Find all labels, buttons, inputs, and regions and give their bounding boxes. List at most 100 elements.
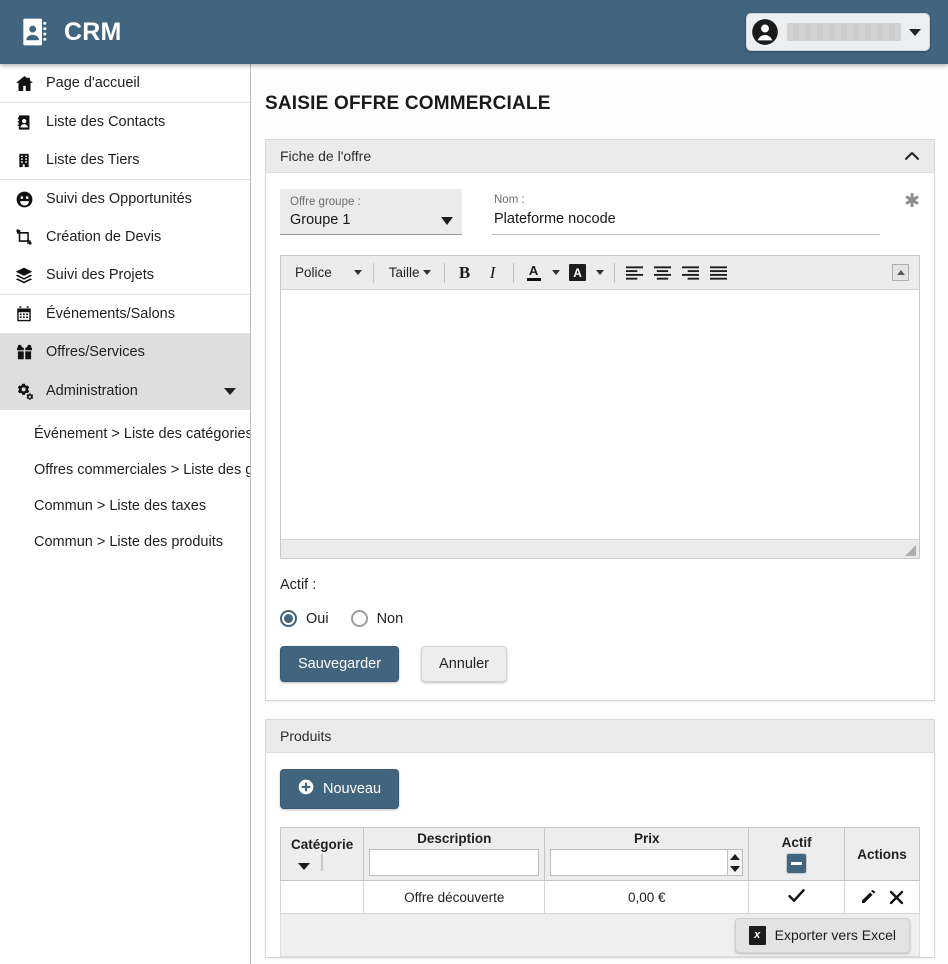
export-bar: x Exporter vers Excel — [280, 914, 920, 958]
cell-actif — [748, 880, 846, 915]
products-card-title: Produits — [280, 728, 332, 745]
nav-group-contacts: Liste des Contacts Liste des Tiers — [0, 103, 250, 180]
chevron-down-icon[interactable] — [441, 217, 453, 226]
row-action-icons — [853, 889, 911, 905]
toolbar-collapse-button[interactable] — [892, 264, 909, 282]
radio-oui-input[interactable] — [280, 610, 297, 628]
address-book-icon — [14, 112, 34, 132]
check-icon — [788, 889, 805, 906]
sidebar-item-administration[interactable]: Administration — [0, 372, 250, 410]
required-marker: ✱ — [904, 191, 920, 213]
offre-groupe-select[interactable]: Offre groupe : Groupe 1 — [280, 189, 462, 236]
text-color-dropdown[interactable] — [549, 260, 563, 286]
cancel-button[interactable]: Annuler — [421, 646, 508, 683]
actif-filter-checkbox[interactable] — [787, 853, 807, 873]
nom-input[interactable] — [494, 208, 878, 231]
nom-field-wrapper: Nom : — [492, 191, 880, 236]
offre-groupe-value: Groupe 1 — [290, 212, 351, 229]
page-title: SAISIE OFFRE COMMERCIALE — [265, 92, 551, 114]
highlight-color-button[interactable]: A — [565, 260, 591, 286]
offer-action-buttons: Sauvegarder Annuler — [280, 646, 920, 683]
sidebar-item-page-accueil[interactable]: Page d'accueil — [0, 64, 250, 102]
align-left-button[interactable] — [622, 260, 648, 286]
save-button[interactable]: Sauvegarder — [280, 646, 400, 683]
sidebar-item-offres-services[interactable]: Offres/Services — [0, 333, 250, 371]
radio-option-oui[interactable]: Oui — [280, 610, 329, 628]
sidebar-subitem-commun-taxes[interactable]: Commun > Liste des taxes — [0, 488, 250, 524]
radio-option-non[interactable]: Non — [350, 610, 403, 628]
brand-title: CRM — [64, 17, 122, 46]
close-x-icon[interactable] — [889, 890, 904, 905]
description-editor-area[interactable] — [281, 290, 919, 541]
calendar-icon — [14, 304, 34, 324]
nav-group-administration: Administration Événement > Liste des cat… — [0, 372, 250, 568]
sidebar-subitem-commun-produits[interactable]: Commun > Liste des produits — [0, 524, 250, 560]
prix-filter-input[interactable] — [550, 849, 727, 877]
home-icon — [14, 73, 34, 93]
offer-card: Fiche de l'offre Offre groupe : Groupe 1… — [265, 139, 935, 702]
brand: CRM — [0, 16, 122, 48]
text-color-button[interactable]: A — [521, 260, 547, 286]
col-description-label: Description — [417, 831, 492, 847]
stepper-up-icon[interactable] — [730, 853, 741, 860]
products-table: Catégorie Description Prix Actif Actions… — [279, 827, 920, 915]
sidebar-item-creation-devis[interactable]: Création de Devis — [0, 218, 250, 256]
highlight-icon: A — [569, 264, 587, 282]
contact-book-icon — [18, 16, 50, 48]
products-table-body: Offre découverte 0,00 € — [279, 880, 920, 915]
export-excel-button[interactable]: x Exporter vers Excel — [734, 917, 910, 953]
user-circle-icon — [751, 18, 779, 46]
sidebar-item-suivi-projets[interactable]: Suivi des Projets — [0, 256, 250, 294]
new-product-label: Nouveau — [323, 781, 382, 798]
actif-label: Actif : — [280, 577, 317, 594]
align-center-button[interactable] — [650, 260, 676, 286]
highlight-color-dropdown[interactable] — [593, 260, 607, 286]
align-justify-button[interactable] — [706, 260, 732, 286]
sidebar-item-liste-contacts[interactable]: Liste des Contacts — [0, 103, 250, 141]
radio-non-input[interactable] — [350, 610, 368, 628]
sidebar-item-liste-tiers[interactable]: Liste des Tiers — [0, 141, 250, 179]
font-family-label: Police — [295, 265, 332, 281]
new-product-button[interactable]: Nouveau — [280, 769, 400, 810]
sidebar-item-label: Création de Devis — [46, 229, 162, 245]
nav-group-home: Page d'accueil — [0, 64, 250, 103]
bold-button[interactable]: B — [452, 260, 478, 286]
font-family-dropdown[interactable]: Police — [287, 260, 366, 286]
pencil-icon[interactable] — [860, 889, 876, 905]
resize-handle[interactable] — [905, 545, 916, 557]
products-card-header[interactable]: Produits — [266, 720, 934, 754]
description-filter-input[interactable] — [369, 849, 540, 877]
col-actions: Actions — [844, 827, 920, 882]
categorie-filter-select[interactable] — [298, 854, 324, 872]
cell-prix: 0,00 € — [544, 880, 750, 915]
chevron-down-icon[interactable] — [224, 387, 236, 395]
sidebar-subitem-offres-groupes[interactable]: Offres commerciales > Liste des groupes — [0, 452, 250, 488]
sidebar-subitem-evenement-categories[interactable]: Événement > Liste des catégories — [0, 416, 250, 452]
sidebar-item-label: Suivi des Opportunités — [46, 191, 192, 207]
offer-card-header[interactable]: Fiche de l'offre — [266, 140, 934, 174]
nom-label: Nom : — [494, 194, 525, 207]
sidebar-item-suivi-opportunites[interactable]: Suivi des Opportunités — [0, 180, 250, 218]
offer-form-row: Offre groupe : Groupe 1 Nom : ✱ — [280, 189, 920, 236]
products-table-head: Catégorie Description Prix Actif Actions — [279, 827, 920, 882]
table-row[interactable]: Offre découverte 0,00 € — [279, 880, 920, 915]
font-size-label: Taille — [388, 265, 420, 281]
sidebar-item-evenements-salons[interactable]: Événements/Salons — [0, 295, 250, 333]
toolbar-divider — [613, 262, 615, 283]
italic-button[interactable]: I — [480, 260, 506, 286]
user-name — [787, 23, 901, 41]
nav-group-events: Événements/Salons Offres/Services — [0, 295, 250, 372]
font-size-dropdown[interactable]: Taille — [381, 260, 437, 286]
align-right-button[interactable] — [678, 260, 704, 286]
prix-stepper[interactable] — [726, 849, 744, 877]
editor-statusbar — [281, 540, 919, 559]
chevron-down-icon — [595, 270, 604, 276]
chevron-down-icon[interactable] — [909, 28, 921, 36]
chevron-up-icon[interactable] — [905, 152, 920, 161]
products-card: Produits Nouveau Catégorie Description P… — [265, 719, 935, 959]
stepper-down-icon[interactable] — [730, 866, 741, 873]
user-menu[interactable] — [746, 13, 930, 51]
description-editor: Police Taille B I A A — [280, 255, 920, 560]
smiley-icon — [14, 189, 34, 209]
plus-circle-icon — [298, 779, 314, 799]
